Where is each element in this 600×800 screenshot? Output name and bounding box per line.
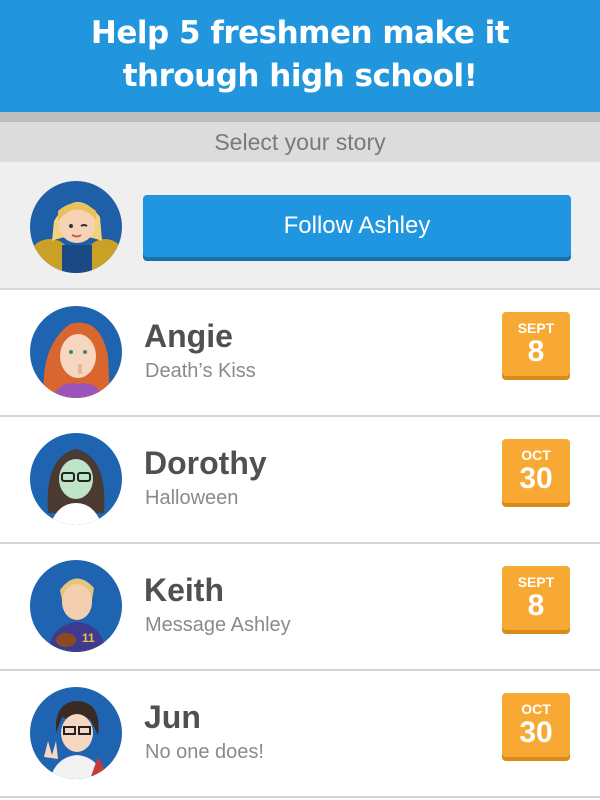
header-banner: Help 5 freshmen make it through high sch… [0,0,600,112]
dorothy-avatar-icon [30,433,122,525]
story-subtitle: No one does! [145,741,264,763]
story-name: Jun [144,699,201,735]
date-month: OCT [521,701,551,717]
story-subtitle: Death’s Kiss [145,360,256,382]
date-day: 30 [519,462,553,495]
story-name: Dorothy [144,445,267,481]
angie-avatar-icon [30,306,122,398]
date-month: SEPT [517,574,555,590]
date-month: OCT [521,447,551,463]
jun-avatar-icon [30,687,122,779]
select-story-bar: Select your story [0,112,600,162]
story-row-angie[interactable]: Angie Death’s Kiss SEPT 8 [0,290,600,417]
banner-line-2: through high school! [122,58,478,94]
date-badge: SEPT 8 [502,312,570,376]
date-month: SEPT [517,320,555,336]
banner-title: Help 5 freshmen make it through high sch… [0,12,600,98]
select-story-label: Select your story [214,129,386,155]
story-subtitle: Message Ashley [145,614,291,636]
date-badge: SEPT 8 [502,566,570,630]
date-badge: OCT 30 [502,439,570,503]
follow-ashley-button[interactable]: Follow Ashley [143,195,571,257]
svg-text:11: 11 [82,631,95,645]
story-row-jun[interactable]: Jun No one does! OCT 30 [0,671,600,798]
banner-line-1: Help 5 freshmen make it [90,15,510,51]
story-subtitle: Halloween [145,487,239,509]
keith-avatar-icon: 11 [30,560,122,652]
date-day: 30 [519,716,553,749]
date-day: 8 [527,589,545,622]
date-badge: OCT 30 [502,693,570,757]
follow-section: Follow Ashley [0,162,600,290]
story-name: Angie [144,318,233,354]
date-day: 8 [527,335,545,368]
story-row-keith[interactable]: 11 Keith Message Ashley SEPT 8 [0,544,600,671]
story-list: Angie Death’s Kiss SEPT 8 Dorothy Hallow… [0,290,600,798]
ashley-avatar-icon [30,181,122,273]
story-row-dorothy[interactable]: Dorothy Halloween OCT 30 [0,417,600,544]
story-name: Keith [144,572,224,608]
